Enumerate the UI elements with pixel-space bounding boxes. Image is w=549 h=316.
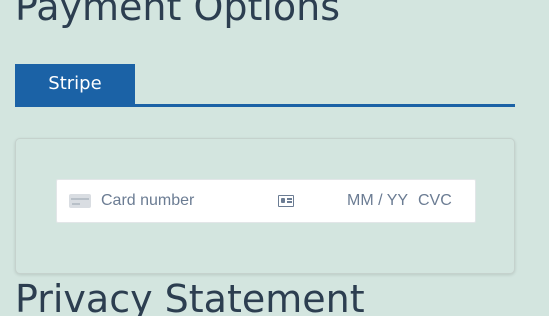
- tab-stripe[interactable]: Stripe: [15, 64, 135, 104]
- card-number-field[interactable]: Card number: [101, 180, 194, 222]
- tab-underline: [15, 104, 515, 107]
- page: Payment Options Stripe Card number MM / …: [0, 0, 549, 316]
- payment-tabs: Stripe: [15, 64, 515, 107]
- payment-options-title: Payment Options: [15, 0, 341, 29]
- id-card-icon: [278, 195, 294, 207]
- credit-card-icon: [69, 194, 91, 208]
- stripe-card-panel: Card number MM / YY CVC: [15, 138, 515, 274]
- privacy-statement-title: Privacy Statement: [15, 277, 365, 316]
- card-element-input[interactable]: Card number MM / YY CVC: [56, 179, 476, 223]
- expiry-field[interactable]: MM / YY: [347, 180, 408, 222]
- cvc-field[interactable]: CVC: [418, 180, 452, 222]
